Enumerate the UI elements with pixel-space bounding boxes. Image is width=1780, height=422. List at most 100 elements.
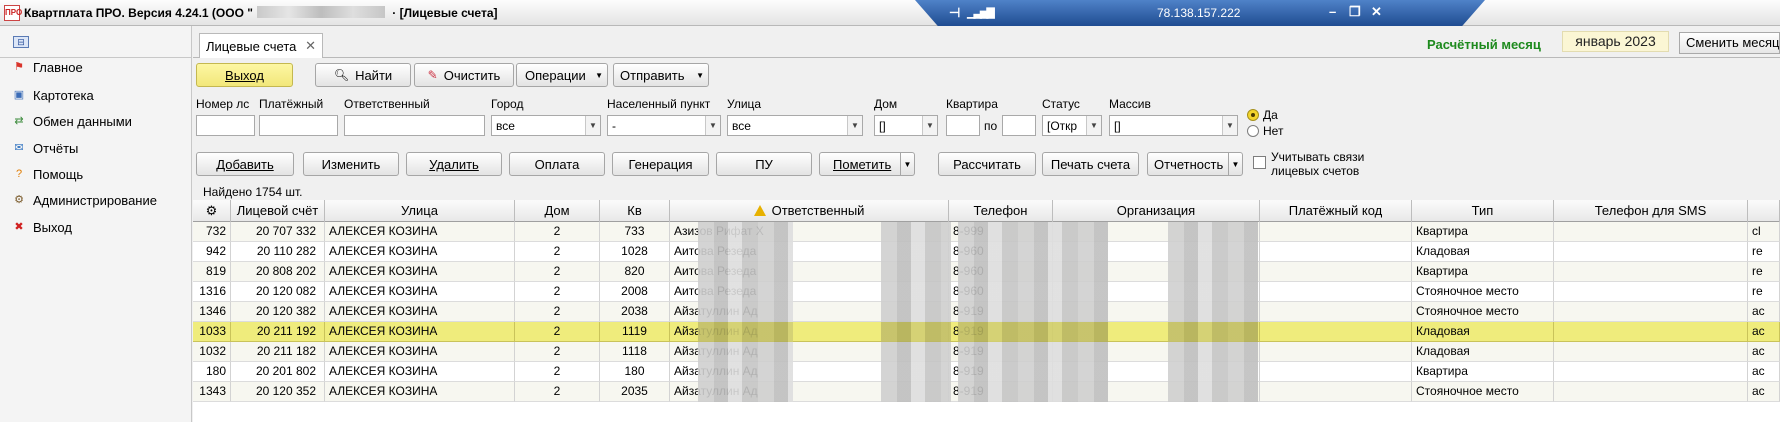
chevron-down-icon[interactable]: ▼ bbox=[847, 116, 862, 135]
sidebar-item-flag[interactable]: ⚑ Главное bbox=[12, 56, 187, 78]
column-header-street[interactable]: Улица bbox=[325, 200, 515, 222]
redacted-data bbox=[1168, 382, 1258, 402]
array-select[interactable]: [] ▼ bbox=[1109, 115, 1238, 136]
cell-sms-phone bbox=[1554, 302, 1748, 322]
table-row[interactable]: 94220 110 282АЛЕКСЕЯ КОЗИНА21028Аитова Р… bbox=[193, 242, 1780, 262]
table-row[interactable]: 1316 20 120 082 АЛЕКСЕЯ КОЗИНА 2 2008 Аитова … bbox=[193, 282, 1780, 302]
sidebar-item-admin[interactable]: ⚙ Администрирование bbox=[12, 189, 187, 211]
chevron-down-icon[interactable]: ▼ bbox=[585, 116, 600, 135]
chevron-down-icon[interactable]: ▼ bbox=[922, 116, 937, 135]
cards-icon: ▣ bbox=[13, 89, 25, 101]
table-row[interactable]: 103320 211 192АЛЕКСЕЯ КОЗИНА21119Айзатул… bbox=[193, 322, 1780, 342]
column-header-label: Телефон для SMS bbox=[1594, 203, 1707, 218]
operations-dropdown[interactable]: Операции ▼ bbox=[516, 63, 608, 87]
locality-select[interactable]: - ▼ bbox=[607, 115, 721, 136]
redacted-data bbox=[1168, 362, 1258, 382]
radio-no-indicator[interactable] bbox=[1247, 125, 1259, 137]
cell-payment-code bbox=[1260, 322, 1412, 342]
chevron-down-icon[interactable]: ▼ bbox=[1086, 116, 1101, 135]
column-header-organization[interactable]: Организация bbox=[1053, 200, 1260, 222]
mark-dropdown[interactable]: Пометить ▼ bbox=[819, 152, 915, 176]
app-logo-icon: ПРО bbox=[4, 5, 22, 21]
column-header-phone[interactable]: Телефон bbox=[949, 200, 1053, 222]
generation-button[interactable]: Генерация bbox=[612, 152, 709, 176]
minimize-icon[interactable]: – bbox=[1329, 4, 1336, 19]
calculate-button[interactable]: Рассчитать bbox=[938, 152, 1036, 176]
table-row[interactable]: 18020 201 802АЛЕКСЕЯ КОЗИНА2180Айзатулли… bbox=[193, 362, 1780, 382]
apartment-to-input[interactable] bbox=[1002, 115, 1036, 136]
radio-yes-indicator[interactable] bbox=[1247, 109, 1259, 121]
print-invoice-button[interactable]: Печать счета bbox=[1042, 152, 1139, 176]
cell-row-number: 1316 bbox=[193, 282, 231, 302]
chevron-down-icon[interactable]: ▼ bbox=[900, 153, 914, 175]
sidebar-item-reports[interactable]: ✉ Отчёты bbox=[12, 137, 187, 159]
chevron-down-icon[interactable]: ▼ bbox=[1222, 116, 1237, 135]
account-number-input[interactable] bbox=[196, 115, 255, 136]
cell-street: АЛЕКСЕЯ КОЗИНА bbox=[325, 302, 515, 322]
column-header-row-number[interactable]: ⚙ bbox=[193, 200, 231, 222]
redacted-data bbox=[1168, 282, 1258, 302]
find-button[interactable]: 🔍︎ Найти bbox=[315, 63, 411, 87]
column-header-responsible[interactable]: Ответственный bbox=[670, 200, 949, 222]
cell-account-number: 20 120 082 bbox=[231, 282, 325, 302]
apartment-from-input[interactable] bbox=[946, 115, 980, 136]
radio-yes[interactable]: Да bbox=[1247, 108, 1278, 122]
house-select[interactable]: [] ▼ bbox=[874, 115, 938, 136]
column-header-apartment[interactable]: Кв bbox=[600, 200, 670, 222]
collapse-sidebar-icon[interactable]: ⊟ bbox=[13, 36, 29, 48]
column-header-extra[interactable] bbox=[1748, 200, 1780, 222]
cell-street: АЛЕКСЕЯ КОЗИНА bbox=[325, 222, 515, 242]
close-tab-icon[interactable]: ✕ bbox=[305, 38, 316, 54]
payment-button[interactable]: Оплата bbox=[509, 152, 605, 176]
cell-apartment: 2008 bbox=[600, 282, 670, 302]
cell-type: Кладовая bbox=[1412, 242, 1554, 262]
city-select[interactable]: все ▼ bbox=[491, 115, 601, 136]
reporting-dropdown[interactable]: Отчетность ▼ bbox=[1147, 152, 1243, 176]
tab-accounts[interactable]: Лицевые счета ✕ bbox=[199, 33, 323, 58]
pu-button[interactable]: ПУ bbox=[716, 152, 812, 176]
checkbox-box[interactable] bbox=[1253, 156, 1266, 169]
redacted-data bbox=[698, 222, 793, 242]
account-links-checkbox[interactable]: Учитывать связи лицевых счетов bbox=[1253, 150, 1371, 178]
table-row[interactable]: 134320 120 352АЛЕКСЕЯ КОЗИНА22035Айзатул… bbox=[193, 382, 1780, 402]
cell-house: 2 bbox=[515, 302, 600, 322]
edit-button[interactable]: Изменить bbox=[303, 152, 399, 176]
sidebar-item-exit[interactable]: ✖ Выход bbox=[12, 216, 187, 238]
sidebar-item-cards[interactable]: ▣ Картотека bbox=[12, 84, 187, 106]
radio-no[interactable]: Нет bbox=[1247, 124, 1283, 138]
column-header-payment-code[interactable]: Платёжный код bbox=[1260, 200, 1412, 222]
add-button[interactable]: Добавить bbox=[196, 152, 294, 176]
exit-icon: ✖ bbox=[14, 221, 24, 233]
sidebar: ⊟ ⚑ Главное ▣ Картотека ⇄ Обмен данными ✉ Отчёт… bbox=[0, 26, 192, 422]
status-select[interactable]: [Откр ▼ bbox=[1042, 115, 1102, 136]
chevron-down-icon[interactable]: ▼ bbox=[1228, 153, 1242, 175]
sidebar-item-help[interactable]: ? Помощь bbox=[12, 163, 187, 185]
table-row[interactable]: 134620 120 382АЛЕКСЕЯ КОЗИНА22038Айзатул… bbox=[193, 302, 1780, 322]
column-header-account-number[interactable]: Лицевой счёт bbox=[231, 200, 325, 222]
table-row[interactable]: 73220 707 332АЛЕКСЕЯ КОЗИНА2733Азизов Ри… bbox=[193, 222, 1780, 242]
clear-button[interactable]: ✎ Очистить bbox=[414, 63, 514, 87]
restore-icon[interactable]: ❐ bbox=[1349, 4, 1361, 20]
responsible-input[interactable] bbox=[344, 115, 485, 136]
table-row[interactable]: 103220 211 182АЛЕКСЕЯ КОЗИНА21118Айзатул… bbox=[193, 342, 1780, 362]
cell-street: АЛЕКСЕЯ КОЗИНА bbox=[325, 342, 515, 362]
column-header-sms-phone[interactable]: Телефон для SMS bbox=[1554, 200, 1748, 222]
close-icon[interactable]: ✕ bbox=[1371, 4, 1382, 20]
exit-button[interactable]: Выход bbox=[196, 63, 293, 87]
sidebar-item-exchange[interactable]: ⇄ Обмен данными bbox=[12, 110, 187, 132]
column-header-type[interactable]: Тип bbox=[1412, 200, 1554, 222]
delete-button[interactable]: Удалить bbox=[406, 152, 502, 176]
column-header-house[interactable]: Дом bbox=[515, 200, 600, 222]
change-month-button[interactable]: Сменить месяц bbox=[1679, 32, 1780, 54]
column-settings-icon[interactable]: ⚙ bbox=[206, 203, 218, 218]
pin-icon[interactable]: ⊣ bbox=[949, 5, 960, 21]
account-number-label: Номер лс bbox=[196, 97, 250, 111]
cell-extra: ac bbox=[1748, 382, 1780, 402]
payment-number-input[interactable] bbox=[259, 115, 338, 136]
street-select[interactable]: все ▼ bbox=[727, 115, 863, 136]
table-row[interactable]: 81920 808 202АЛЕКСЕЯ КОЗИНА2820Аитова Ре… bbox=[193, 262, 1780, 282]
chevron-down-icon[interactable]: ▼ bbox=[705, 116, 720, 135]
house-label: Дом bbox=[874, 97, 898, 111]
send-dropdown[interactable]: Отправить ▼ bbox=[613, 63, 709, 87]
cell-house: 2 bbox=[515, 222, 600, 242]
